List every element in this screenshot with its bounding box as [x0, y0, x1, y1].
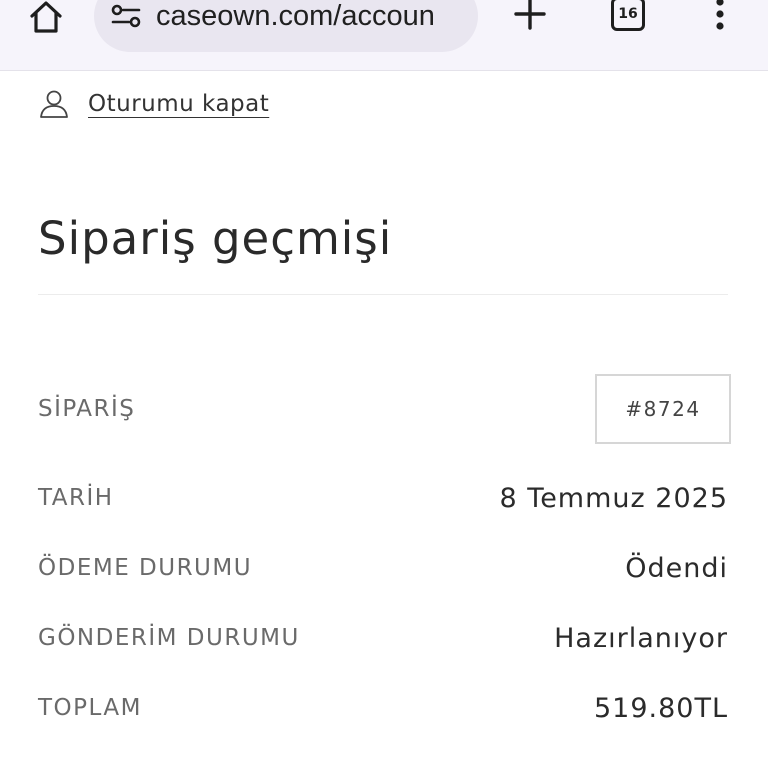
tab-switcher-button[interactable]: 16 [608, 0, 646, 34]
tab-count: 16 [611, 0, 645, 31]
browser-menu-button[interactable] [706, 0, 734, 38]
order-row: SİPARİŞ #8724 [38, 372, 731, 446]
new-tab-button[interactable] [510, 0, 550, 36]
order-label: SİPARİŞ [38, 396, 136, 422]
payment-status-label: ÖDEME DURUMU [38, 555, 253, 581]
total-value: 519.80TL [593, 692, 728, 724]
site-settings-icon[interactable] [110, 2, 142, 34]
page-title: Sipariş geçmişi [38, 212, 393, 265]
home-icon [30, 1, 62, 33]
date-row: TARİH 8 Temmuz 2025 [38, 478, 728, 518]
total-row: TOPLAM 519.80TL [38, 688, 728, 728]
logout-label[interactable]: Oturumu kapat [88, 91, 269, 117]
date-label: TARİH [38, 485, 114, 511]
user-icon [40, 90, 68, 118]
shipping-status-value: Hazırlanıyor [554, 622, 728, 654]
order-number-button[interactable]: #8724 [595, 374, 731, 444]
total-label: TOPLAM [38, 695, 142, 721]
plus-icon [514, 0, 546, 30]
shipping-status-row: GÖNDERİM DURUMU Hazırlanıyor [38, 618, 728, 658]
logout-link[interactable]: Oturumu kapat [38, 86, 269, 122]
url-text[interactable]: caseown.com/accoun [156, 0, 466, 33]
date-value: 8 Temmuz 2025 [499, 482, 728, 514]
title-divider [38, 294, 728, 295]
shipping-status-label: GÖNDERİM DURUMU [38, 625, 300, 651]
browser-toolbar: caseown.com/accoun 16 [0, 0, 768, 71]
more-vert-icon [716, 0, 724, 30]
payment-status-value: Ödendi [625, 552, 728, 584]
home-button[interactable] [26, 0, 66, 38]
address-bar[interactable]: caseown.com/accoun [94, 0, 478, 52]
payment-status-row: ÖDEME DURUMU Ödendi [38, 548, 728, 588]
